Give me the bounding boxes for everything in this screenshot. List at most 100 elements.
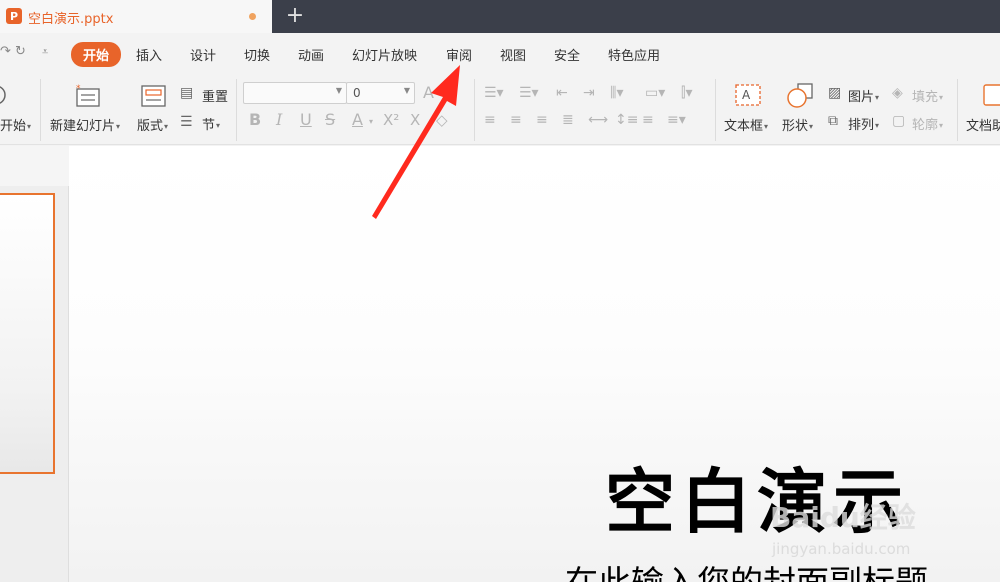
line-spacing-icon[interactable]: ↕≡ bbox=[615, 112, 638, 128]
strikethrough-button[interactable]: S bbox=[325, 112, 335, 128]
menu-tab-animation[interactable]: 动画 bbox=[298, 45, 324, 64]
document-assistant-button[interactable]: 文档助 bbox=[966, 115, 1000, 134]
columns-icon[interactable]: ⫼▾ bbox=[610, 85, 623, 101]
bullet-list-icon[interactable]: ☰▾ bbox=[484, 85, 504, 101]
fill-bucket-icon: ◈ bbox=[892, 85, 903, 101]
menu-tab-security[interactable]: 安全 bbox=[554, 45, 580, 64]
font-size-select[interactable]: 0 ▼ bbox=[346, 82, 415, 104]
distribute-icon[interactable]: ⟷ bbox=[588, 112, 608, 128]
arrange-label: 排列 bbox=[848, 118, 875, 133]
fill-label: 填充 bbox=[912, 90, 939, 105]
chevron-down-icon[interactable]: ▾ bbox=[369, 114, 373, 130]
menu-tab-review[interactable]: 审阅 bbox=[446, 45, 472, 64]
redo-icon[interactable]: ↷ bbox=[0, 44, 11, 59]
menu-tab-special-apps[interactable]: 特色应用 bbox=[608, 45, 660, 64]
justify-icon[interactable]: ≣ bbox=[562, 112, 574, 128]
chevron-down-icon: ▼ bbox=[403, 86, 410, 95]
increase-font-icon[interactable]: A bbox=[423, 85, 434, 101]
watermark-logo: Baidu经验 bbox=[770, 501, 916, 534]
text-direction-icon[interactable]: ▭▾ bbox=[645, 85, 665, 101]
ribbon-divider bbox=[957, 79, 958, 141]
menu-tab-transition[interactable]: 切换 bbox=[244, 45, 270, 64]
app-window: P 空白演示.pptx + ↷ ↻ ⩡ 开始 插入 设计 切换 动画 幻灯片放映… bbox=[0, 0, 1000, 582]
text-align-vertical-icon[interactable]: ⫿▾ bbox=[681, 85, 693, 101]
textbox-icon: A bbox=[735, 84, 761, 106]
menu-tab-start[interactable]: 开始 bbox=[71, 42, 122, 67]
chevron-down-icon: ▾ bbox=[875, 93, 880, 102]
textbox-label: 文本框 bbox=[724, 119, 764, 134]
menu-tab-insert[interactable]: 插入 bbox=[136, 45, 162, 64]
menu-tab-slideshow[interactable]: 幻灯片放映 bbox=[352, 45, 417, 64]
ribbon-toolbar: 开始▾ * 新建幻灯片▾ 版式▾ ▤ 重置 ☰ 节▾ ▼ 0 ▼ A A B I… bbox=[0, 73, 1000, 145]
shapes-icon bbox=[787, 83, 813, 108]
italic-button[interactable]: I bbox=[276, 112, 282, 128]
menu-tab-view[interactable]: 视图 bbox=[500, 45, 526, 64]
thumbnail-pane-header bbox=[0, 146, 69, 186]
outline-icon: ▢ bbox=[892, 113, 906, 129]
decrease-font-icon[interactable]: A bbox=[447, 85, 455, 101]
subscript-icon[interactable]: X bbox=[410, 112, 420, 128]
chevron-down-icon: ▼ bbox=[335, 86, 342, 95]
outline-button[interactable]: 轮廓▾ bbox=[912, 114, 943, 133]
quick-access-dropdown-icon[interactable]: ⩡ bbox=[42, 45, 48, 59]
picture-label: 图片 bbox=[848, 90, 875, 105]
menu-tab-design[interactable]: 设计 bbox=[190, 45, 216, 64]
chevron-down-icon: ▾ bbox=[764, 122, 769, 131]
menu-bar: ↷ ↻ ⩡ 开始 插入 设计 切换 动画 幻灯片放映 审阅 视图 安全 特色应用 bbox=[0, 33, 1000, 73]
align-left-icon[interactable]: ≡ bbox=[484, 112, 496, 128]
font-name-select[interactable]: ▼ bbox=[243, 82, 347, 104]
title-bar: P 空白演示.pptx + bbox=[0, 0, 1000, 33]
fill-button[interactable]: 填充▾ bbox=[912, 86, 943, 105]
section-button[interactable]: 节▾ bbox=[202, 114, 220, 133]
watermark-url: jingyan.baidu.com bbox=[772, 540, 911, 558]
document-assistant-icon bbox=[983, 84, 1000, 106]
paragraph-spacing-icon[interactable]: ≡ bbox=[642, 112, 654, 128]
new-tab-button[interactable]: + bbox=[285, 3, 305, 29]
svg-text:A: A bbox=[742, 88, 751, 102]
layout-label: 版式 bbox=[137, 119, 164, 134]
underline-button[interactable]: U bbox=[300, 112, 312, 128]
section-icon: ☰ bbox=[180, 114, 193, 130]
document-tab[interactable]: P 空白演示.pptx bbox=[0, 0, 272, 33]
increase-indent-icon[interactable]: ⇥ bbox=[583, 85, 595, 101]
start-slideshow-label: 开始 bbox=[0, 119, 27, 134]
chevron-down-icon: ▾ bbox=[809, 122, 814, 131]
new-slide-button[interactable]: 新建幻灯片▾ bbox=[50, 115, 120, 134]
align-center-icon[interactable]: ≡ bbox=[510, 112, 522, 128]
shapes-button[interactable]: 形状▾ bbox=[782, 115, 813, 134]
picture-icon: ▨ bbox=[828, 85, 842, 101]
reset-icon: ▤ bbox=[180, 85, 194, 101]
document-tab-title: 空白演示.pptx bbox=[28, 12, 114, 27]
arrange-button[interactable]: 排列▾ bbox=[848, 114, 879, 133]
slide-thumbnail[interactable] bbox=[0, 193, 55, 474]
chevron-down-icon: ▾ bbox=[27, 122, 32, 131]
svg-text:*: * bbox=[76, 84, 81, 94]
chevron-down-icon: ▾ bbox=[116, 122, 121, 131]
section-label: 节 bbox=[202, 118, 216, 133]
bold-button[interactable]: B bbox=[249, 112, 261, 128]
repeat-icon[interactable]: ↻ bbox=[15, 44, 26, 59]
ribbon-divider bbox=[474, 79, 475, 141]
textbox-button[interactable]: 文本框▾ bbox=[724, 115, 768, 134]
new-slide-label: 新建幻灯片 bbox=[50, 119, 116, 134]
picture-button[interactable]: 图片▾ bbox=[848, 86, 879, 105]
chevron-down-icon: ▾ bbox=[875, 121, 880, 130]
shapes-label: 形状 bbox=[782, 119, 809, 134]
presentation-app-icon: P bbox=[6, 8, 22, 24]
layout-button[interactable]: 版式▾ bbox=[137, 115, 168, 134]
outline-label: 轮廓 bbox=[912, 118, 939, 133]
ribbon-divider bbox=[236, 79, 237, 141]
align-right-icon[interactable]: ≡ bbox=[536, 112, 548, 128]
slide-subtitle-placeholder[interactable]: 在此输入您的封面副标题 bbox=[565, 556, 928, 582]
ribbon-divider bbox=[715, 79, 716, 141]
unsaved-dot-icon bbox=[249, 13, 256, 20]
font-color-button[interactable]: A bbox=[352, 112, 363, 128]
superscript-button[interactable]: X² bbox=[383, 112, 399, 128]
start-slideshow-button[interactable]: 开始▾ bbox=[0, 115, 31, 134]
decrease-indent-icon[interactable]: ⇤ bbox=[556, 85, 568, 101]
font-size-value: 0 bbox=[353, 86, 361, 100]
clear-format-eraser-icon[interactable]: ◇ bbox=[436, 112, 448, 128]
numbered-list-icon[interactable]: ☰▾ bbox=[519, 85, 539, 101]
reset-button[interactable]: 重置 bbox=[202, 86, 228, 105]
spacing-dropdown-icon[interactable]: ≡▾ bbox=[667, 112, 686, 128]
